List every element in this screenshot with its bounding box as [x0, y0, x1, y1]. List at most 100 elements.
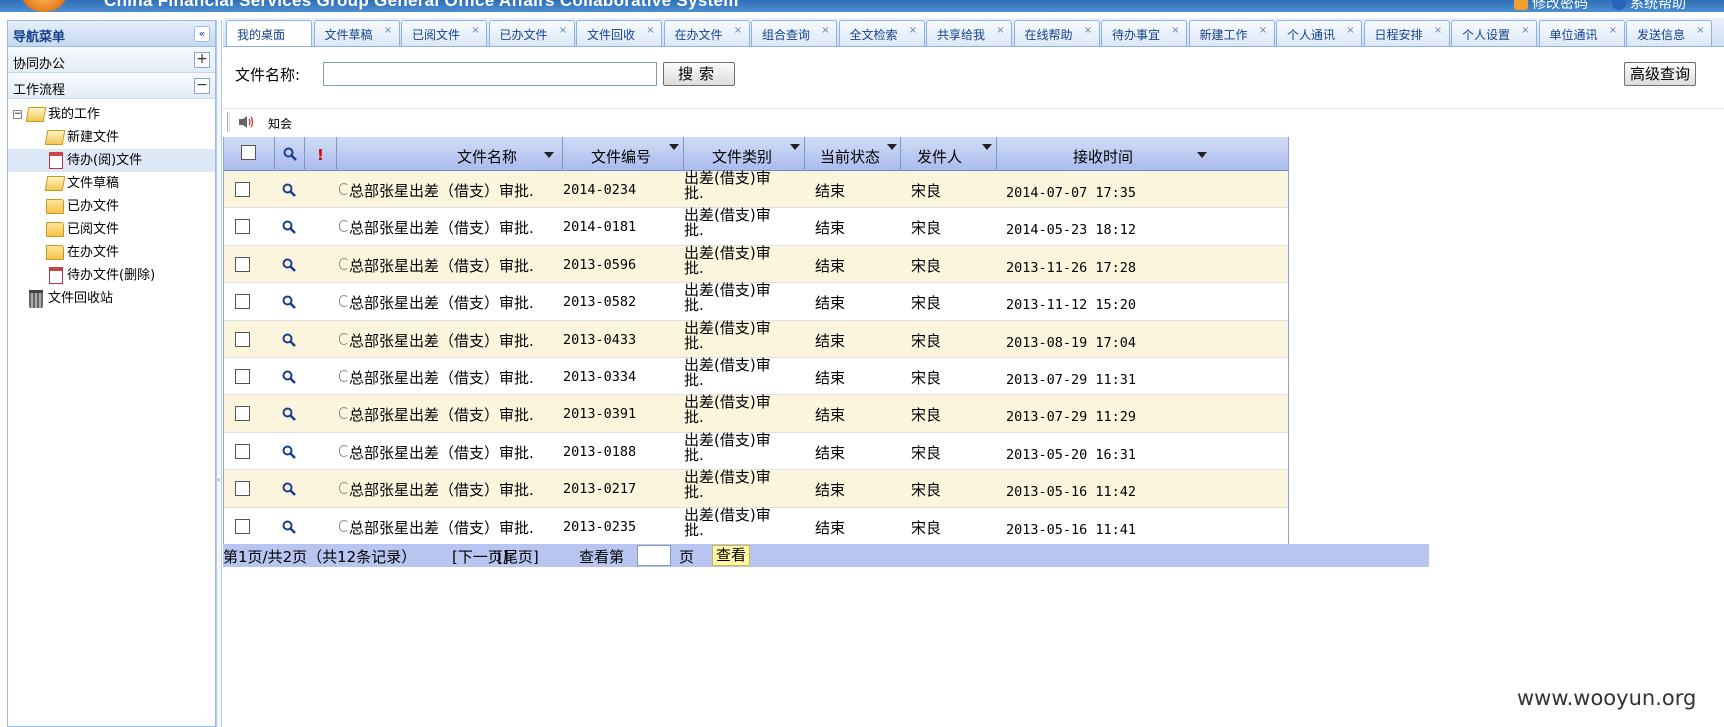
header-col-category[interactable]: 文件类别	[684, 137, 805, 171]
tab-7[interactable]: 全文检索 ×	[838, 20, 925, 46]
magnifier-icon[interactable]	[282, 407, 296, 422]
close-tab-icon[interactable]: ×	[1695, 26, 1706, 37]
close-tab-icon[interactable]: ×	[995, 26, 1006, 37]
row-select-cell[interactable]	[224, 395, 275, 431]
row-select-cell[interactable]	[224, 433, 275, 469]
close-tab-icon[interactable]: ×	[383, 26, 394, 37]
magnifier-icon[interactable]	[282, 258, 296, 272]
header-col-time[interactable]: 接收时间	[997, 137, 1288, 171]
row-view-cell[interactable]	[275, 171, 305, 207]
row-checkbox[interactable]	[235, 182, 250, 197]
file-name-link[interactable]: 总部张星出差（借支）审批.	[349, 479, 534, 500]
row-name-cell[interactable]: 总部张星出差（借支）审批.	[337, 470, 563, 506]
row-select-cell[interactable]	[224, 470, 275, 506]
table-row[interactable]: 总部张星出差（借支）审批. 2013-0235 出差(借支)审批. 结束 宋良 2013-…	[224, 507, 1288, 545]
select-all-checkbox[interactable]	[241, 145, 256, 160]
tree-node-drafts[interactable]: 文件草稿	[8, 172, 215, 195]
table-row[interactable]: 总部张星出差（借支）审批. 2013-0391 出差(借支)审批. 结束 宋良 2013-…	[224, 395, 1288, 433]
tab-10[interactable]: 待办事宜 ×	[1101, 20, 1187, 46]
row-name-cell[interactable]: 总部张星出差（借支）审批.	[337, 246, 563, 282]
row-checkbox[interactable]	[235, 481, 250, 497]
table-row[interactable]: 总部张星出差（借支）审批. 2014-0234 出差(借支)审批. 结束 宋良 2014-…	[224, 171, 1288, 209]
magnifier-icon[interactable]	[282, 370, 296, 384]
sort-down-icon[interactable]	[982, 144, 992, 150]
last-page-link[interactable]: [尾页]	[497, 546, 539, 567]
table-row[interactable]: 总部张星出差（借支）审批. 2013-0217 出差(借支)审批. 结束 宋良 2013-…	[224, 470, 1288, 508]
row-name-cell[interactable]: 总部张星出差（借支）审批.	[337, 358, 563, 394]
close-tab-icon[interactable]: ×	[1520, 26, 1531, 37]
expand-icon[interactable]: +	[194, 52, 210, 68]
sidebar-section-workflow[interactable]: 工作流程 −	[8, 73, 215, 99]
row-name-cell[interactable]: 总部张星出差（借支）审批.	[337, 433, 563, 469]
tree-node-done-files[interactable]: 已办文件	[8, 195, 215, 218]
row-checkbox[interactable]	[235, 518, 250, 534]
tab-13[interactable]: 日程安排 ×	[1363, 20, 1450, 46]
notify-button[interactable]: 知会	[268, 115, 292, 132]
row-name-cell[interactable]: 总部张星出差（借支）审批.	[337, 321, 563, 357]
tree-node-read-files[interactable]: 已阅文件	[8, 218, 215, 241]
close-tab-icon[interactable]: ×	[908, 26, 919, 37]
row-select-cell[interactable]	[224, 321, 275, 357]
tree-collapse-icon[interactable]: −	[13, 110, 22, 119]
table-row[interactable]: 总部张星出差（借支）审批. 2013-0596 出差(借支)审批. 结束 宋良 2013-…	[224, 245, 1288, 284]
sort-down-icon[interactable]	[669, 144, 679, 150]
row-checkbox[interactable]	[235, 368, 250, 384]
magnifier-icon[interactable]	[282, 445, 296, 459]
tab-14[interactable]: 个人设置 ×	[1451, 20, 1537, 46]
tab-1[interactable]: 文件草稿 ×	[313, 20, 400, 46]
close-tab-icon[interactable]: ×	[470, 26, 481, 37]
table-row[interactable]: 总部张星出差（借支）审批. 2014-0181 出差(借支)审批. 结束 宋良 2014-…	[224, 208, 1288, 246]
close-tab-icon[interactable]: ×	[820, 26, 831, 37]
file-name-link[interactable]: 总部张星出差（借支）审批.	[349, 180, 534, 201]
collapse-icon[interactable]: −	[194, 78, 210, 94]
help-link[interactable]: 系统帮助	[1612, 0, 1686, 12]
header-col-status[interactable]: 当前状态	[805, 137, 901, 171]
tab-6[interactable]: 组合查询 ×	[751, 20, 837, 46]
tab-8[interactable]: 共享给我 ×	[926, 20, 1012, 46]
tab-15[interactable]: 单位通讯 ×	[1538, 20, 1625, 46]
tree-node-in-progress[interactable]: 在办文件	[8, 241, 215, 264]
row-select-cell[interactable]	[224, 171, 275, 207]
table-row[interactable]: 总部张星出差（借支）审批. 2013-0582 出差(借支)审批. 结束 宋良 2013-…	[224, 283, 1288, 321]
sort-down-icon[interactable]	[1197, 152, 1207, 158]
file-name-link[interactable]: 总部张星出差（借支）审批.	[349, 292, 534, 313]
row-view-cell[interactable]	[275, 395, 305, 431]
page-number-input[interactable]	[637, 545, 671, 566]
row-checkbox[interactable]	[235, 256, 250, 272]
collapse-sidebar-button[interactable]: «	[194, 26, 210, 42]
row-checkbox[interactable]	[235, 443, 250, 459]
search-button[interactable]: 搜索	[663, 62, 735, 86]
close-tab-icon[interactable]: ×	[1170, 26, 1181, 37]
tab-12[interactable]: 个人通讯 ×	[1276, 20, 1362, 46]
row-view-cell[interactable]	[275, 358, 305, 394]
close-tab-icon[interactable]: ×	[645, 26, 656, 37]
file-name-link[interactable]: 总部张星出差（借支）审批.	[349, 517, 534, 538]
sort-down-icon[interactable]	[790, 144, 800, 150]
advanced-search-button[interactable]: 高级查询	[1624, 62, 1696, 86]
row-select-cell[interactable]	[224, 508, 275, 544]
row-name-cell[interactable]: 总部张星出差（借支）审批.	[337, 171, 563, 207]
row-name-cell[interactable]: 总部张星出差（借支）审批.	[337, 508, 563, 544]
header-col-sender[interactable]: 发件人	[901, 137, 997, 171]
row-select-cell[interactable]	[224, 246, 275, 282]
row-view-cell[interactable]	[275, 470, 305, 506]
row-select-cell[interactable]	[224, 208, 275, 244]
row-view-cell[interactable]	[275, 208, 305, 244]
view-page-button[interactable]: 查看	[712, 545, 750, 566]
close-tab-icon[interactable]: ×	[1083, 26, 1094, 37]
magnifier-icon[interactable]	[282, 220, 296, 235]
magnifier-icon[interactable]	[282, 482, 296, 497]
row-checkbox[interactable]	[235, 294, 250, 310]
file-name-link[interactable]: 总部张星出差（借支）审批.	[349, 404, 534, 425]
row-checkbox[interactable]	[235, 219, 250, 235]
close-tab-icon[interactable]: ×	[733, 26, 744, 37]
file-name-link[interactable]: 总部张星出差（借支）审批.	[349, 367, 534, 388]
file-name-link[interactable]: 总部张星出差（借支）审批.	[349, 330, 534, 351]
header-col-name[interactable]: 文件名称	[337, 137, 563, 171]
row-checkbox[interactable]	[235, 406, 250, 422]
tab-16[interactable]: 发送信息 ×	[1626, 20, 1712, 46]
close-tab-icon[interactable]: ×	[1608, 26, 1619, 37]
header-select-all[interactable]	[224, 137, 275, 171]
table-row[interactable]: 总部张星出差（借支）审批. 2013-0433 出差(借支)审批. 结束 宋良 2013-…	[224, 320, 1288, 358]
filename-search-input[interactable]	[323, 62, 657, 86]
